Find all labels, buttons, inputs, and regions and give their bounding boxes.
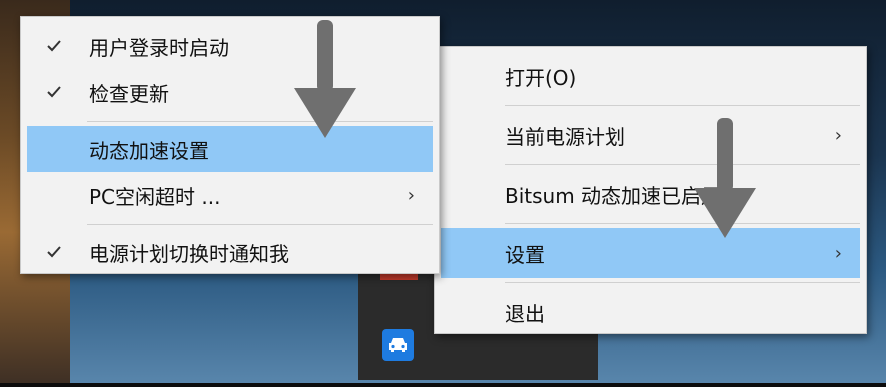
menu-item-label: Bitsum 动态加速已启用 (505, 183, 722, 208)
down-arrow-icon (694, 118, 756, 238)
car-icon[interactable] (382, 329, 414, 361)
taskbar-edge (0, 383, 886, 387)
menu-separator (87, 121, 433, 122)
menu-separator (87, 224, 433, 225)
menu-item-exit[interactable]: 退出 (441, 287, 860, 337)
submenu-item-label: 检查更新 (89, 81, 169, 106)
menu-item-label: 设置 (505, 242, 545, 267)
submenu-item-check-updates[interactable]: 检查更新 (27, 69, 433, 115)
menu-separator (505, 164, 860, 165)
checkmark-icon (47, 86, 61, 98)
submenu-item-label: 动态加速设置 (89, 138, 209, 163)
submenu-item-label: 用户登录时启动 (89, 35, 229, 60)
menu-item-label: 当前电源计划 (505, 124, 625, 149)
down-arrow-icon (294, 20, 356, 138)
submenu-item-label: 电源计划切换时通知我 (89, 241, 289, 266)
settings-submenu: 用户登录时启动 检查更新 动态加速设置 PC空闲超时 ... › 电源计划切换时… (20, 16, 440, 274)
submenu-item-pc-idle-timeout[interactable]: PC空闲超时 ... › (27, 172, 433, 218)
menu-item-open[interactable]: 打开(O) (441, 51, 860, 101)
checkmark-icon (47, 246, 61, 258)
menu-separator (505, 282, 860, 283)
submenu-item-start-on-login[interactable]: 用户登录时启动 (27, 23, 433, 69)
submenu-item-notify-power-plan-switch[interactable]: 电源计划切换时通知我 (27, 229, 433, 275)
menu-item-label: 打开(O) (505, 65, 577, 90)
menu-item-settings[interactable]: 设置 › (441, 228, 860, 278)
tray-context-menu: 打开(O) 当前电源计划 › Bitsum 动态加速已启用 设置 › 退出 (434, 46, 867, 334)
menu-separator (505, 223, 860, 224)
chevron-right-icon: › (407, 184, 415, 206)
menu-item-dynamic-boost-status[interactable]: Bitsum 动态加速已启用 (441, 169, 860, 219)
chevron-right-icon: › (834, 242, 842, 264)
menu-separator (505, 105, 860, 106)
menu-item-current-power-plan[interactable]: 当前电源计划 › (441, 110, 860, 160)
chevron-right-icon: › (834, 124, 842, 146)
checkmark-icon (47, 40, 61, 52)
submenu-item-label: PC空闲超时 ... (89, 184, 221, 209)
submenu-item-dynamic-boost-settings[interactable]: 动态加速设置 (27, 126, 433, 172)
menu-item-label: 退出 (505, 301, 545, 326)
